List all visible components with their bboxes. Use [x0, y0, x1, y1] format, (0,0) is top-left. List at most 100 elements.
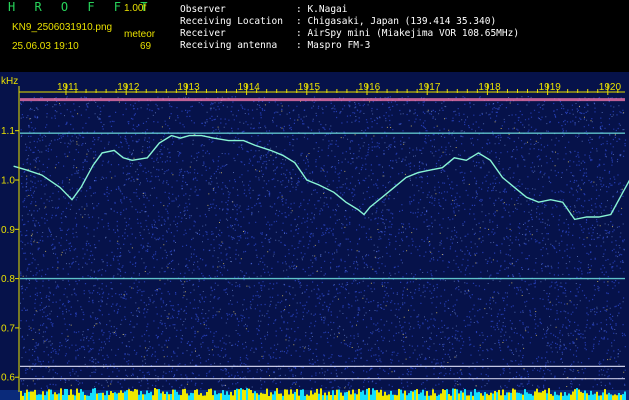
activity-bar: [446, 389, 448, 400]
activity-bar: [316, 388, 318, 400]
activity-bar: [420, 392, 422, 400]
activity-bar: [624, 391, 626, 400]
activity-bar: [76, 388, 78, 400]
activity-bar: [280, 393, 282, 400]
activity-bar: [524, 389, 526, 400]
activity-bar: [548, 388, 550, 400]
activity-bar: [400, 389, 402, 400]
activity-bar: [514, 389, 516, 400]
activity-bar: [236, 388, 238, 400]
activity-bar: [46, 391, 48, 400]
activity-bar: [78, 392, 80, 400]
activity-bar: [568, 393, 570, 400]
activity-bar: [528, 393, 530, 400]
location-key: Receiving Location: [180, 16, 283, 27]
activity-bar: [172, 389, 174, 400]
activity-bar: [600, 395, 602, 400]
activity-bar: [196, 389, 198, 400]
activity-bar: [334, 395, 336, 400]
activity-bar: [194, 390, 196, 400]
activity-bar: [534, 391, 536, 400]
activity-bar: [504, 395, 506, 400]
meteor-count: 69: [140, 41, 152, 52]
activity-bar: [218, 393, 220, 400]
activity-bar: [276, 388, 278, 400]
activity-bar: [320, 388, 322, 400]
activity-bar: [264, 393, 266, 400]
app-version: 1.00f: [124, 3, 147, 14]
activity-bar: [132, 391, 134, 400]
spectrogram-chart: kHz 1.1 1.0 0.9 0.8 0.7 0.6 1911 1912 1913 1914 1…: [0, 72, 629, 400]
activity-bar: [216, 394, 218, 400]
activity-bar: [210, 388, 212, 400]
activity-bar: [348, 390, 350, 400]
activity-bar: [430, 395, 432, 400]
activity-bar: [370, 394, 372, 400]
activity-bar: [318, 393, 320, 400]
y-tick-label: 1.0: [1, 176, 15, 187]
activity-bar: [146, 390, 148, 400]
activity-bar: [396, 395, 398, 400]
activity-bar: [338, 389, 340, 400]
activity-bar: [64, 388, 66, 400]
activity-bar: [120, 390, 122, 400]
activity-bar: [168, 394, 170, 400]
activity-bar: [88, 395, 90, 400]
activity-bar: [130, 390, 132, 400]
activity-bar: [556, 394, 558, 400]
activity-bar: [42, 391, 44, 400]
activity-bar: [126, 390, 128, 400]
activity-bar: [278, 393, 280, 400]
activity-bar: [510, 392, 512, 400]
activity-bar: [116, 393, 118, 400]
activity-bar: [182, 389, 184, 400]
activity-bar: [366, 388, 368, 400]
activity-bar: [422, 389, 424, 400]
activity-bar: [506, 392, 508, 400]
activity-bar: [150, 391, 152, 400]
activity-bar: [98, 393, 100, 400]
activity-bar: [368, 388, 370, 400]
activity-bar: [284, 389, 286, 400]
activity-bar: [584, 390, 586, 400]
activity-bar: [58, 393, 60, 400]
activity-bar: [398, 388, 400, 400]
activity-bar: [102, 392, 104, 400]
observer-value: : K.Nagai: [296, 4, 348, 15]
activity-bar: [558, 395, 560, 400]
activity-bar: [250, 389, 252, 400]
activity-bar: [294, 391, 296, 400]
activity-bar: [388, 394, 390, 400]
activity-bar: [356, 394, 358, 400]
activity-bar: [614, 394, 616, 400]
activity-bar: [340, 392, 342, 400]
activity-bar: [326, 395, 328, 400]
receiver-key: Receiver: [180, 28, 226, 39]
activity-bar: [352, 389, 354, 400]
y-tick-label: 0.7: [1, 323, 15, 334]
y-tick-label: 0.6: [1, 373, 15, 384]
activity-bar: [282, 395, 284, 400]
activity-bar: [364, 394, 366, 400]
activity-bar: [274, 391, 276, 400]
activity-bar: [332, 390, 334, 400]
activity-bar: [258, 394, 260, 400]
activity-bar: [354, 393, 356, 400]
activity-bar: [518, 392, 520, 400]
activity-bar: [374, 390, 376, 400]
activity-bar: [474, 388, 476, 400]
activity-bar: [404, 390, 406, 400]
activity-bar: [270, 392, 272, 400]
activity-bar: [526, 392, 528, 400]
activity-bar: [530, 393, 532, 400]
activity-bar: [230, 391, 232, 400]
activity-bar: [494, 390, 496, 400]
activity-bar: [468, 395, 470, 400]
activity-bar: [596, 391, 598, 400]
activity-bar: [330, 395, 332, 400]
activity-bar: [26, 389, 28, 400]
activity-bar: [418, 393, 420, 400]
activity-bar: [262, 393, 264, 400]
activity-bar: [610, 394, 612, 400]
activity-bar: [272, 394, 274, 400]
